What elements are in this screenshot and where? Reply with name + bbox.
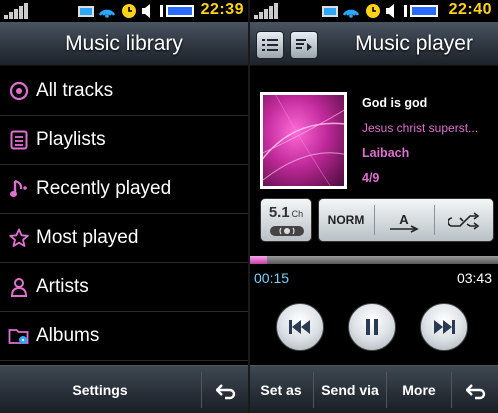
music-note-icon — [8, 178, 30, 200]
now-playing-list-button[interactable] — [290, 31, 318, 59]
list-item-most-played[interactable]: Most played — [0, 214, 248, 263]
elapsed-time: 00:15 — [254, 270, 290, 286]
list-item-label: Albums — [36, 325, 100, 346]
list-item-artists[interactable]: Artists — [0, 263, 248, 312]
bottom-bar-divider — [313, 372, 314, 408]
next-track-button[interactable] — [420, 303, 468, 351]
playback-mode-panel: NORM A — [318, 198, 494, 242]
shuffle-button[interactable] — [435, 199, 495, 241]
progress-fill — [250, 256, 267, 264]
list-item-all-tracks[interactable]: All tracks — [0, 67, 248, 116]
shuffle-icon — [447, 212, 480, 230]
music-library-screen: 22:39 Music library All tracks Playlists… — [0, 0, 248, 413]
status-time: 22:39 — [200, 1, 244, 18]
status-bar: 22:40 — [250, 0, 498, 22]
list-item-playlists[interactable]: Playlists — [0, 116, 248, 165]
list-item-label: Recently played — [36, 178, 172, 199]
list-item-albums[interactable]: Albums — [0, 312, 248, 361]
more-button[interactable]: More — [388, 366, 450, 413]
person-icon — [8, 276, 30, 298]
star-icon — [8, 227, 30, 249]
surround-sound-button[interactable]: 5.1 Ch — [260, 198, 312, 242]
back-button[interactable] — [204, 366, 248, 413]
bottom-bar-divider — [451, 372, 452, 408]
back-button[interactable] — [454, 366, 498, 413]
disc-icon — [8, 80, 30, 102]
album-folder-icon — [8, 325, 30, 347]
repeat-arrow-icon — [390, 225, 419, 233]
signal-strength-icon — [4, 3, 28, 19]
music-player-screen: 22:40 Music player God is god Jesus chri… — [250, 0, 498, 413]
page-title: Music library — [65, 32, 183, 55]
settings-button[interactable]: Settings — [0, 366, 200, 413]
library-list: All tracks Playlists Recently played Mos… — [0, 67, 248, 361]
back-arrow-icon — [465, 384, 486, 400]
status-bar: 22:39 — [0, 0, 248, 22]
album-art-image — [263, 95, 344, 186]
status-time: 22:40 — [448, 1, 492, 18]
library-bottom-bar: Settings — [0, 365, 248, 413]
album-art — [260, 92, 347, 189]
list-view-button[interactable] — [256, 31, 284, 59]
bottom-bar-divider — [386, 372, 387, 408]
equalizer-button[interactable]: NORM — [319, 199, 373, 241]
song-title: God is god — [362, 96, 428, 110]
track-number: 4/9 — [362, 171, 380, 185]
list-item-label: All tracks — [36, 80, 114, 101]
list-icon — [262, 39, 278, 51]
status-icons — [78, 4, 194, 18]
list-item-label: Most played — [36, 227, 139, 248]
previous-icon — [289, 320, 310, 334]
speaker-icon — [270, 226, 304, 236]
set-as-button[interactable]: Set as — [250, 366, 312, 413]
repeat-button[interactable]: A — [375, 199, 433, 241]
list-item-label: Artists — [36, 276, 89, 297]
progress-bar[interactable] — [250, 256, 498, 264]
previous-track-button[interactable] — [276, 303, 324, 351]
queue-icon — [296, 39, 312, 51]
total-time: 03:43 — [456, 270, 492, 286]
status-icons — [322, 4, 438, 18]
next-icon — [434, 320, 455, 334]
player-bottom-bar: Set as Send via More — [250, 365, 498, 413]
player-header: Music player — [250, 22, 498, 66]
bottom-bar-divider — [201, 372, 202, 408]
list-item-label: Playlists — [36, 129, 106, 150]
song-artist: Laibach — [362, 146, 410, 160]
song-album: Jesus christ superst... — [362, 121, 479, 135]
back-arrow-icon — [215, 384, 236, 400]
page-title: Music player — [355, 32, 473, 55]
playlist-icon — [8, 129, 30, 151]
send-via-button[interactable]: Send via — [315, 366, 385, 413]
signal-strength-icon — [254, 3, 278, 19]
library-header: Music library — [0, 22, 248, 66]
surround-label: 5.1 Ch — [268, 204, 304, 221]
pause-button[interactable] — [348, 303, 396, 351]
progress-remaining — [266, 256, 498, 264]
list-item-recently-played[interactable]: Recently played — [0, 165, 248, 214]
pause-icon — [366, 319, 378, 335]
